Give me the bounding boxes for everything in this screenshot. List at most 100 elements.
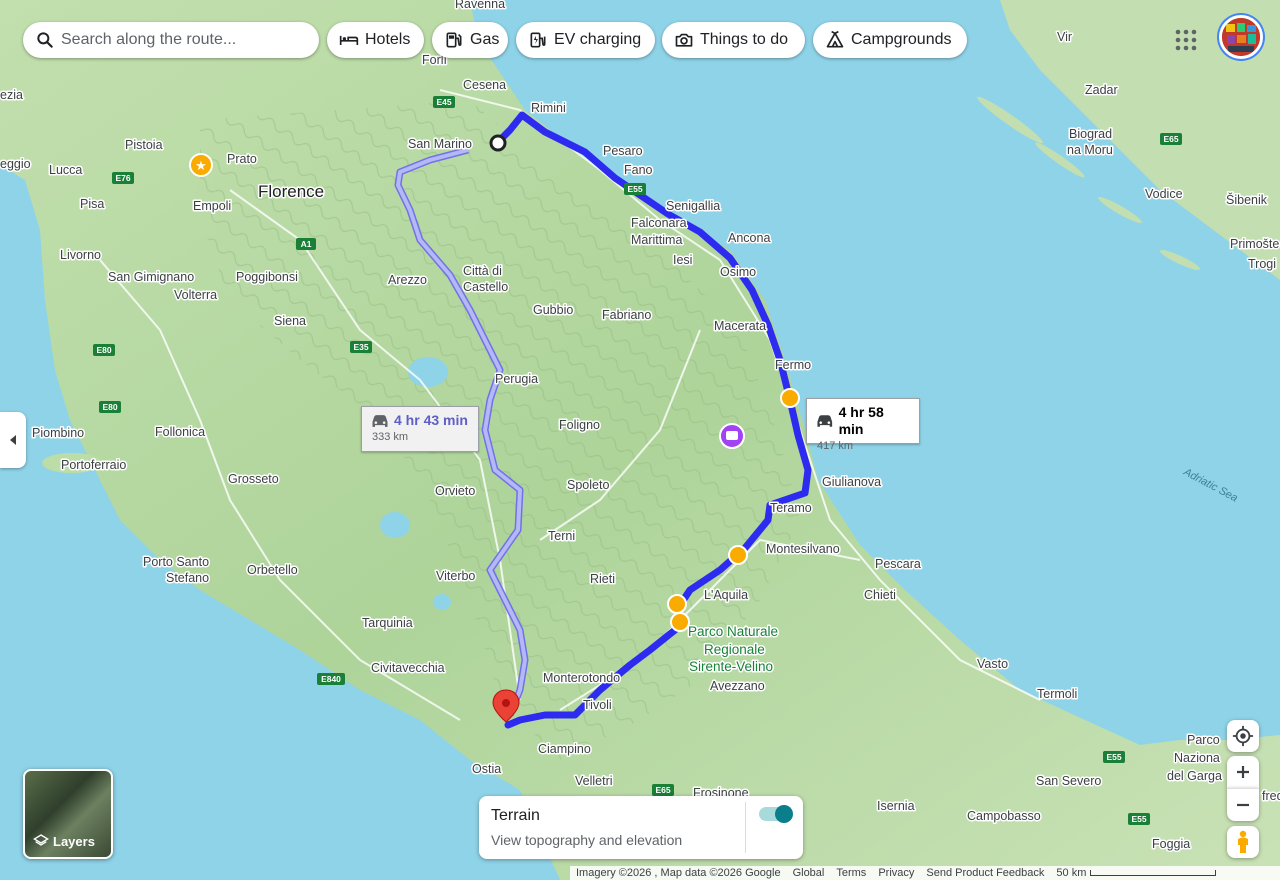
svg-text:Pistoia: Pistoia <box>125 138 163 152</box>
footer-link-global[interactable]: Global <box>787 867 831 879</box>
origin-marker-icon[interactable] <box>489 134 507 152</box>
svg-text:Città di: Città di <box>463 264 502 278</box>
svg-text:Empoli: Empoli <box>193 199 231 213</box>
svg-text:Marittima: Marittima <box>631 233 682 247</box>
svg-text:Montesilvano: Montesilvano <box>766 542 840 556</box>
svg-text:Livorno: Livorno <box>60 248 101 262</box>
crosshair-icon <box>1232 725 1254 747</box>
scale-bar[interactable]: 50 km <box>1050 867 1222 879</box>
svg-text:Šibenik: Šibenik <box>1226 192 1268 207</box>
route-callout-main[interactable]: 4 hr 58 min 417 km <box>806 398 920 452</box>
zoom-in-button[interactable] <box>1227 756 1259 788</box>
apps-grid-icon[interactable] <box>1172 26 1200 54</box>
svg-text:Ostia: Ostia <box>472 762 501 776</box>
star-place-icon[interactable]: ★ <box>189 153 213 177</box>
terrain-card[interactable]: Terrain View topography and elevation <box>479 796 803 859</box>
svg-text:Siena: Siena <box>274 314 306 328</box>
svg-text:E55: E55 <box>1131 814 1146 824</box>
svg-text:Foligno: Foligno <box>559 418 600 432</box>
fire-warning-icon[interactable] <box>728 545 748 565</box>
route-callout-alternative[interactable]: 4 hr 43 min 333 km <box>361 406 479 452</box>
fire-warning-icon[interactable] <box>670 612 690 632</box>
svg-text:na Moru: na Moru <box>1067 143 1113 157</box>
svg-text:San Gimignano: San Gimignano <box>108 270 194 284</box>
zoom-out-button[interactable] <box>1227 788 1259 821</box>
svg-text:E55: E55 <box>627 184 642 194</box>
svg-text:Follonica: Follonica <box>155 425 205 439</box>
svg-text:Lucca: Lucca <box>49 163 82 177</box>
svg-text:Porto Santo: Porto Santo <box>143 555 209 569</box>
svg-text:Falconara: Falconara <box>631 216 687 230</box>
svg-text:Gubbio: Gubbio <box>533 303 573 317</box>
svg-text:Senigallia: Senigallia <box>666 199 720 213</box>
svg-text:E80: E80 <box>102 402 117 412</box>
svg-text:Orbetello: Orbetello <box>247 563 298 577</box>
search-bar[interactable]: Search along the route... <box>23 22 319 58</box>
fire-warning-icon[interactable] <box>780 388 800 408</box>
svg-text:Spoleto: Spoleto <box>567 478 609 492</box>
svg-text:Fano: Fano <box>624 163 653 177</box>
svg-text:Poggibonsi: Poggibonsi <box>236 270 298 284</box>
svg-text:Tivoli: Tivoli <box>583 698 612 712</box>
svg-text:E80: E80 <box>96 345 111 355</box>
svg-text:Sirente-Velino: Sirente-Velino <box>689 659 773 674</box>
footer-link-privacy[interactable]: Privacy <box>872 867 920 879</box>
svg-text:Parco Naturale: Parco Naturale <box>688 624 778 639</box>
my-location-button[interactable] <box>1227 720 1259 752</box>
account-avatar[interactable] <box>1219 15 1263 59</box>
scale-label: 50 km <box>1056 867 1087 879</box>
svg-text:fred: fred <box>1262 789 1280 803</box>
gas-chip[interactable]: Gas <box>432 22 508 58</box>
svg-text:E65: E65 <box>655 785 670 795</box>
svg-text:Stefano: Stefano <box>166 571 209 585</box>
collapse-panel-button[interactable] <box>0 412 26 468</box>
svg-text:Iesi: Iesi <box>673 253 692 267</box>
search-input[interactable]: Search along the route... <box>61 31 236 49</box>
lake-trasimeno <box>408 357 448 387</box>
svg-text:Perugia: Perugia <box>495 372 538 386</box>
svg-text:Orvieto: Orvieto <box>435 484 475 498</box>
svg-text:A1: A1 <box>301 239 312 249</box>
svg-text:Campobasso: Campobasso <box>967 809 1041 823</box>
footer-link-terms[interactable]: Terms <box>830 867 872 879</box>
svg-text:ezia: ezia <box>0 88 23 102</box>
svg-text:Civitavecchia: Civitavecchia <box>371 661 445 675</box>
things-to-do-chip[interactable]: Things to do <box>662 22 805 58</box>
svg-text:Terni: Terni <box>548 529 575 543</box>
svg-text:Vodice: Vodice <box>1145 187 1183 201</box>
attraction-camera-icon[interactable] <box>719 423 745 449</box>
svg-text:Grosseto: Grosseto <box>228 472 279 486</box>
svg-text:Pisa: Pisa <box>80 197 104 211</box>
campgrounds-chip[interactable]: Campgrounds <box>813 22 967 58</box>
svg-text:Isernia: Isernia <box>877 799 915 813</box>
svg-text:Chieti: Chieti <box>864 588 896 602</box>
svg-text:E65: E65 <box>1163 134 1178 144</box>
svg-text:Tarquinia: Tarquinia <box>362 616 413 630</box>
svg-text:eggio: eggio <box>0 157 31 171</box>
hotels-chip[interactable]: Hotels <box>327 22 424 58</box>
route-main-distance: 417 km <box>817 440 854 452</box>
svg-text:Biograd: Biograd <box>1069 127 1112 141</box>
fire-warning-icon[interactable] <box>667 594 687 614</box>
gas-pump-icon <box>446 32 462 48</box>
svg-text:Vir: Vir <box>1057 30 1072 44</box>
layers-button[interactable]: Layers <box>23 769 113 859</box>
chevron-left-icon <box>10 435 16 445</box>
footer-link-feedback[interactable]: Send Product Feedback <box>920 867 1050 879</box>
camera-icon <box>675 33 693 47</box>
svg-text:E35: E35 <box>353 342 368 352</box>
car-icon <box>372 414 388 427</box>
lake-bolsena <box>380 512 410 538</box>
map-canvas[interactable]: ★ E45 E55 E76 A1 E35 E80 E80 E840 E65 E5… <box>0 0 1280 880</box>
svg-text:del Garga: del Garga <box>1167 769 1222 783</box>
terrain-subtitle: View topography and elevation <box>491 832 683 848</box>
ev-charging-chip[interactable]: EV charging <box>516 22 655 58</box>
svg-text:Trogi: Trogi <box>1248 257 1276 271</box>
svg-text:Castello: Castello <box>463 280 508 294</box>
street-view-pegman-button[interactable] <box>1227 826 1259 858</box>
svg-text:Pesaro: Pesaro <box>603 144 643 158</box>
svg-text:Avezzano: Avezzano <box>710 679 765 693</box>
svg-text:Volterra: Volterra <box>174 288 217 302</box>
terrain-toggle[interactable] <box>759 805 793 823</box>
svg-text:San Marino: San Marino <box>408 137 472 151</box>
